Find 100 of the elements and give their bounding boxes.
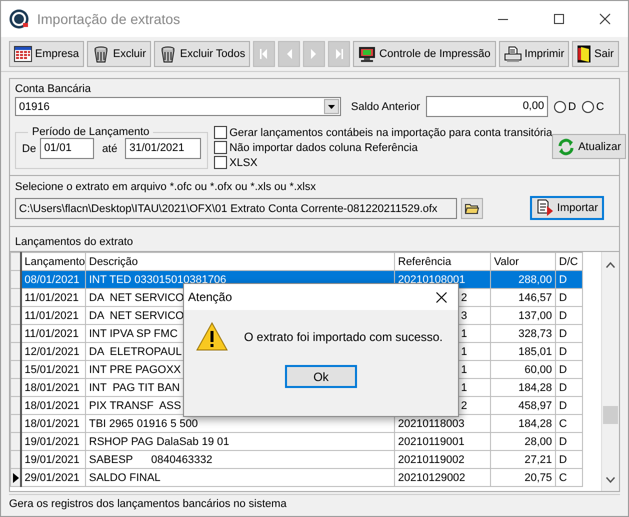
checkbox-label: XLSX (229, 156, 258, 168)
table-cell: 11/01/2021 (20, 288, 86, 306)
table-cell: D (556, 378, 582, 396)
field-label: até (102, 142, 118, 154)
toolbar-button[interactable]: Excluir (87, 41, 152, 67)
browse-button[interactable] (461, 198, 483, 218)
table-cell: D (556, 450, 582, 468)
checkbox[interactable] (214, 141, 228, 154)
table-cell: D (556, 396, 582, 414)
printer-icon (504, 46, 522, 62)
table-cell: C (556, 414, 582, 432)
column-header[interactable]: Descrição (86, 252, 394, 270)
radio-label: C (596, 100, 604, 112)
document-icon (536, 199, 554, 217)
next-icon (311, 48, 318, 60)
toolbar-button[interactable]: Excluir Todos (154, 41, 250, 67)
group-title: Período de Lançamento (31, 126, 150, 138)
table-cell: 18/01/2021 (20, 396, 86, 414)
radio-button[interactable] (582, 100, 594, 112)
refresh-button[interactable]: Atualizar (552, 134, 626, 159)
column-header[interactable]: Lançamento (20, 252, 86, 270)
table-cell: D (556, 432, 582, 450)
status-text: Gera os registros dos lançamentos bancários no sistema (9, 498, 287, 510)
field-label: Saldo Anterior (351, 100, 420, 112)
table-cell: 458,97 (490, 396, 556, 414)
table-cell: 19/01/2021 (20, 432, 86, 450)
previous-icon (286, 48, 292, 60)
table-cell: C (556, 468, 582, 486)
trash-icon (92, 46, 110, 62)
checkbox-label: Não importar dados coluna Referência (229, 142, 418, 154)
toolbar-button[interactable]: Empresa (9, 41, 84, 67)
table-cell: 20210119001 (394, 432, 490, 450)
table-cell: D (556, 306, 582, 324)
checkbox-label: Gerar lançamentos contábeis na importação para conta transitória (229, 126, 552, 138)
field-label: Selecione o extrato em arquivo *.ofc ou *.ofx ou *.xls ou *.xlsx (15, 181, 317, 193)
table-cell: D (556, 342, 582, 360)
balance-field[interactable]: 0,00 (426, 96, 548, 117)
maximize-icon[interactable] (553, 13, 565, 25)
table-cell: 184,28 (490, 414, 556, 432)
table-cell: 29/01/2021 (20, 468, 86, 486)
column-header[interactable]: Referência (394, 252, 490, 270)
table-cell: 20,75 (490, 468, 556, 486)
table-cell: 20210129002 (394, 468, 490, 486)
scrollbar[interactable] (601, 252, 619, 491)
table-cell: 328,73 (490, 324, 556, 342)
column-header[interactable]: Valor (490, 252, 556, 270)
monitor-icon (358, 46, 376, 62)
checkbox[interactable] (214, 156, 228, 169)
table-cell: 60,00 (490, 360, 556, 378)
last-icon (335, 48, 344, 60)
table-cell: D (556, 288, 582, 306)
checkbox[interactable] (214, 126, 228, 139)
toolbar-button[interactable]: Imprimir (498, 41, 570, 67)
field-label: Conta Bancária (15, 83, 92, 95)
table-cell: 27,21 (490, 450, 556, 468)
warning-icon (196, 322, 228, 351)
folder-icon (465, 202, 479, 214)
radio-label: D (568, 100, 576, 112)
column-header[interactable]: D/C (556, 252, 582, 270)
table-cell: 28,00 (490, 432, 556, 450)
table-cell: 11/01/2021 (20, 324, 86, 342)
account-dropdown[interactable]: 01916 (15, 97, 341, 116)
first-icon (260, 48, 268, 60)
dropdown-arrow-icon (328, 104, 335, 108)
table-cell: 15/01/2021 (20, 360, 86, 378)
table-cell: 137,00 (490, 306, 556, 324)
calendar-icon (14, 46, 32, 62)
door-icon (577, 45, 592, 63)
close-icon[interactable] (599, 13, 611, 25)
table-cell: SALDO FINAL (86, 468, 394, 486)
import-button[interactable]: Importar (530, 196, 604, 220)
table-cell: D (556, 360, 582, 378)
date-field[interactable]: 01/01 (40, 138, 94, 159)
dialog-title: Atenção (188, 290, 234, 304)
radio-button[interactable] (554, 100, 566, 112)
table-cell: 08/01/2021 (20, 270, 86, 288)
scroll-thumb[interactable] (603, 406, 618, 424)
file-path-field[interactable]: C:\Users\flacn\Desktop\ITAU\2021\OFX\01 Extrato Conta Corrente-081220211529.ofx (15, 198, 457, 218)
table-cell: 20210119002 (394, 450, 490, 468)
table-cell: SABESP 0840463332 (86, 450, 394, 468)
scroll-down-icon[interactable] (606, 477, 615, 483)
table-cell: 11/01/2021 (20, 306, 86, 324)
close-icon[interactable] (436, 292, 446, 302)
table-cell: 185,01 (490, 342, 556, 360)
toolbar-button[interactable]: Controle de Impressão (353, 41, 496, 67)
table-cell: 288,00 (490, 270, 556, 288)
toolbar-button[interactable]: Sair (572, 41, 619, 67)
scroll-up-icon[interactable] (606, 262, 615, 268)
table-cell: D (556, 324, 582, 342)
window-title: Importação de extratos (37, 11, 182, 27)
app-logo-icon (9, 9, 29, 29)
ok-button[interactable]: Ok (285, 365, 357, 388)
field-label: De (22, 142, 36, 154)
table-cell: 19/01/2021 (20, 450, 86, 468)
table-cell: 146,57 (490, 288, 556, 306)
trash-icon (159, 46, 178, 62)
date-field[interactable]: 31/01/2021 (125, 138, 202, 159)
table-cell: 12/01/2021 (20, 342, 86, 360)
table-cell: 184,28 (490, 378, 556, 396)
table-cell: 18/01/2021 (20, 414, 86, 432)
